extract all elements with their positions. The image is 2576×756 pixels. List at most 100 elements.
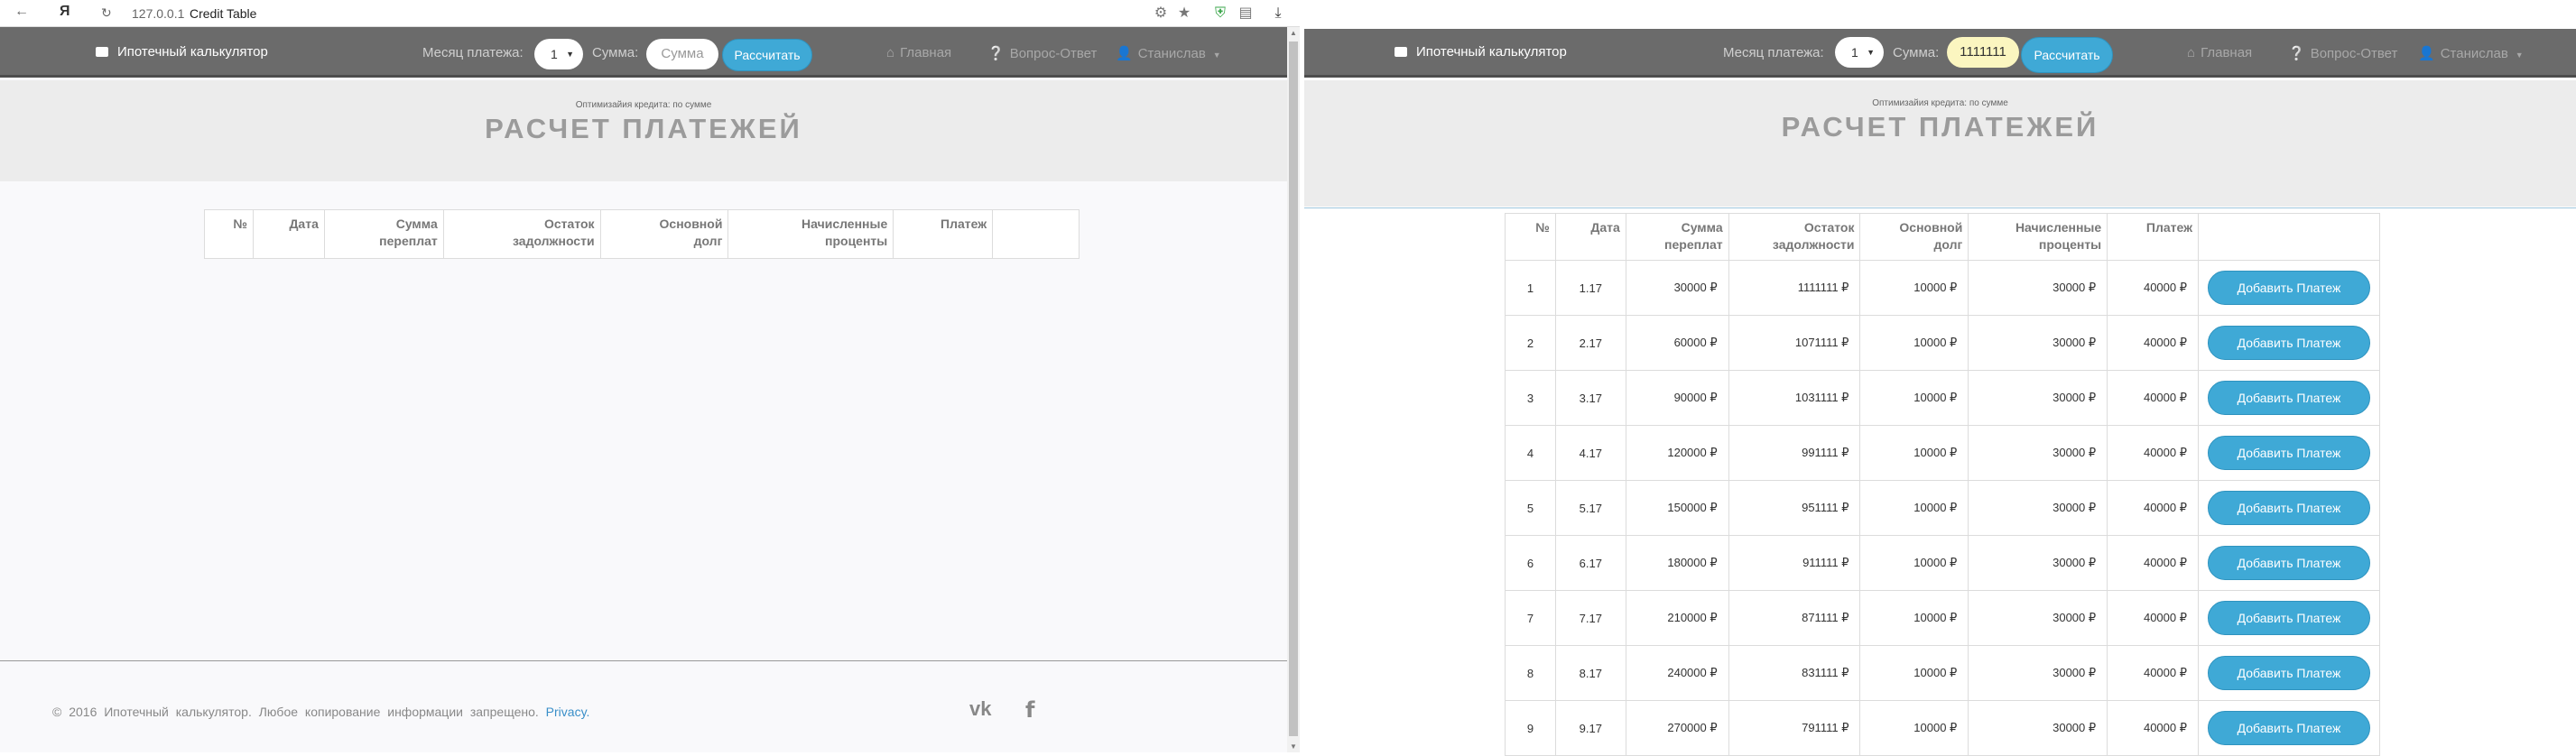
col-interest-line2: проценты: [2038, 237, 2102, 252]
month-select[interactable]: 1 ▼: [1835, 37, 1884, 68]
calculate-button[interactable]: Рассчитать: [2021, 37, 2113, 73]
facebook-icon[interactable]: f: [1025, 697, 1034, 723]
hero: Оптимизайия кредита: по сумме РАСЧЕТ ПЛА…: [0, 80, 1287, 181]
cell-payment: 40000 ₽: [2107, 590, 2200, 646]
add-payment-button[interactable]: Добавить Платеж: [2208, 381, 2370, 415]
cell-overpay: 270000 ₽: [1625, 700, 1729, 756]
cell-overpay: 90000 ₽: [1625, 370, 1729, 426]
month-select-value: 1: [1851, 45, 1858, 60]
scroll-up-icon[interactable]: ▲: [1290, 29, 1297, 37]
table-header-row: № Дата Сумма переплат Остаток задолжности …: [1505, 213, 2380, 261]
cell-interest: 30000 ₽: [1968, 700, 2108, 756]
hero-title: РАСЧЕТ ПЛАТЕЖЕЙ: [1781, 111, 2099, 143]
cell-balance: 1071111 ₽: [1728, 315, 1861, 371]
vk-icon[interactable]: vk: [969, 697, 991, 721]
col-interest-line1: Начисленные: [802, 217, 888, 231]
col-interest: Начисленные проценты: [1968, 213, 2108, 261]
cell-payment: 40000 ₽: [2107, 480, 2200, 536]
cell-payment: 40000 ₽: [2107, 425, 2200, 481]
cell-no: 5: [1505, 480, 1556, 536]
cell-interest: 30000 ₽: [1968, 590, 2108, 646]
cell-balance: 951111 ₽: [1728, 480, 1861, 536]
extension-icon[interactable]: ⚙: [1152, 5, 1170, 23]
col-date: Дата: [1554, 213, 1626, 261]
cell-payment: 40000 ₽: [2107, 370, 2200, 426]
col-overpay-line1: Сумма: [1681, 220, 1723, 235]
cell-action: Добавить Платеж: [2198, 590, 2380, 646]
user-icon: 👤: [1116, 46, 1133, 61]
cell-no: 2: [1505, 315, 1556, 371]
cell-action: Добавить Платеж: [2198, 315, 2380, 371]
add-payment-button[interactable]: Добавить Платеж: [2208, 546, 2370, 580]
downloads-icon[interactable]: ▤: [1237, 5, 1255, 23]
briefcase-icon: [1395, 47, 1407, 57]
footer-copyright: © 2016 Ипотечный калькулятор. Любое копи…: [52, 705, 589, 719]
payments-table: № Дата Сумма переплат Остаток задолжности …: [204, 209, 1080, 259]
cell-principal: 10000 ₽: [1859, 645, 1969, 701]
shield-icon[interactable]: ⛨: [1211, 5, 1229, 23]
cell-date: 1.17: [1554, 260, 1626, 316]
nav-home-label: Главная: [900, 45, 952, 60]
cell-date: 4.17: [1554, 425, 1626, 481]
col-principal: Основной долг: [1859, 213, 1969, 261]
back-icon[interactable]: ←: [14, 4, 29, 20]
cell-balance: 911111 ₽: [1728, 535, 1861, 591]
cell-date: 8.17: [1554, 645, 1626, 701]
cell-action: Добавить Платеж: [2198, 535, 2380, 591]
address-bar[interactable]: 127.0.0.1: [132, 6, 184, 21]
add-payment-button[interactable]: Добавить Платеж: [2208, 326, 2370, 360]
home-icon: ⌂: [886, 45, 895, 60]
nav-faq-label: Вопрос-Ответ: [2310, 46, 2398, 61]
add-payment-button[interactable]: Добавить Платеж: [2208, 271, 2370, 305]
cell-interest: 30000 ₽: [1968, 480, 2108, 536]
star-icon[interactable]: ★: [1175, 5, 1193, 23]
nav-faq-label: Вопрос-Ответ: [1009, 46, 1098, 61]
scroll-thumb[interactable]: [1289, 41, 1298, 736]
brand-label: Ипотечный калькулятор: [117, 44, 268, 60]
navbar: Ипотечный калькулятор Месяц платежа: 1 ▼ …: [0, 27, 1287, 78]
col-balance-line2: задолжности: [1772, 237, 1855, 252]
table-row: 7 7.17 210000 ₽ 871111 ₽ 10000 ₽ 30000 ₽…: [1505, 590, 2380, 646]
sum-input[interactable]: 1111111: [1947, 37, 2019, 68]
nav-user[interactable]: 👤 Станислав ▼: [2418, 45, 2524, 61]
cell-no: 6: [1505, 535, 1556, 591]
add-payment-button[interactable]: Добавить Платеж: [2208, 436, 2370, 470]
nav-user[interactable]: 👤 Станислав ▼: [1116, 45, 1221, 61]
cell-date: 2.17: [1554, 315, 1626, 371]
nav-faq[interactable]: ❔ Вопрос-Ответ: [2288, 45, 2397, 61]
nav-faq[interactable]: ❔ Вопрос-Ответ: [987, 45, 1097, 61]
cell-balance: 871111 ₽: [1728, 590, 1861, 646]
add-payment-button[interactable]: Добавить Платеж: [2208, 656, 2370, 690]
month-select[interactable]: 1 ▼: [534, 39, 583, 69]
nav-user-label: Станислав: [1137, 46, 1206, 61]
left-scrollbar[interactable]: ▲ ▼: [1287, 27, 1300, 752]
cell-payment: 40000 ₽: [2107, 535, 2200, 591]
scroll-down-icon[interactable]: ▼: [1290, 742, 1297, 751]
add-payment-button[interactable]: Добавить Платеж: [2208, 601, 2370, 635]
question-icon: ❔: [987, 46, 1005, 61]
sum-input[interactable]: Сумма: [646, 39, 718, 69]
col-balance: Остаток задолжности: [1728, 213, 1861, 261]
col-no: №: [204, 209, 254, 259]
add-payment-button[interactable]: Добавить Платеж: [2208, 711, 2370, 745]
cell-action: Добавить Платеж: [2198, 700, 2380, 756]
yandex-logo[interactable]: Я: [60, 4, 70, 20]
privacy-link[interactable]: Privacy.: [546, 705, 590, 719]
nav-home[interactable]: ⌂ Главная: [886, 45, 951, 60]
sum-label: Сумма:: [1893, 45, 1940, 60]
cell-principal: 10000 ₽: [1859, 370, 1969, 426]
payments-table-right: № Дата Сумма переплат Остаток задолжности …: [1505, 213, 2380, 756]
cell-principal: 10000 ₽: [1859, 535, 1969, 591]
reload-icon[interactable]: ↻: [101, 5, 112, 21]
brand[interactable]: Ипотечный калькулятор: [96, 44, 268, 60]
cell-interest: 30000 ₽: [1968, 260, 2108, 316]
download-icon[interactable]: ⤓: [1269, 5, 1287, 23]
calculate-button[interactable]: Рассчитать: [722, 39, 812, 71]
cell-balance: 991111 ₽: [1728, 425, 1861, 481]
table-row: 3 3.17 90000 ₽ 1031111 ₽ 10000 ₽ 30000 ₽…: [1505, 370, 2380, 426]
nav-home[interactable]: ⌂ Главная: [2187, 45, 2252, 60]
brand-right[interactable]: Ипотечный калькулятор: [1395, 44, 1567, 60]
cell-no: 1: [1505, 260, 1556, 316]
col-interest-line2: проценты: [825, 234, 888, 248]
add-payment-button[interactable]: Добавить Платеж: [2208, 491, 2370, 525]
